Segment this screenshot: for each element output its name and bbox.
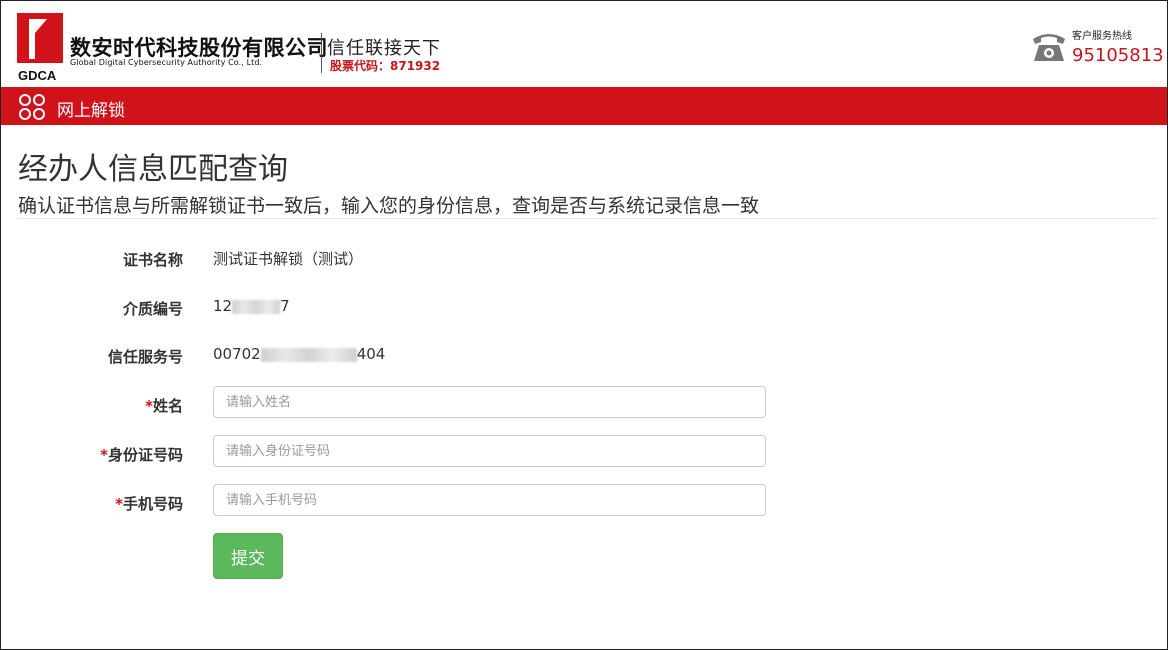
name-label-text: 姓名 — [152, 397, 183, 415]
required-mark: * — [100, 446, 108, 464]
id-number-input[interactable] — [213, 435, 766, 467]
redacted-blur — [260, 347, 357, 362]
hotline-label: 客户服务热线 — [1072, 31, 1132, 42]
cert-name-label: 证书名称 — [122, 251, 183, 269]
trust-no-suffix: 404 — [356, 345, 386, 363]
logo-text: GDCA — [18, 68, 57, 83]
divider — [17, 218, 1158, 219]
gdca-logo-icon: GDCA — [17, 13, 63, 83]
nav-bar — [1, 87, 1167, 125]
id-label: *身份证号码 — [13, 444, 183, 465]
phone-input[interactable] — [213, 484, 766, 516]
company-name-en: Global Digital Cybersecurity Authority C… — [70, 58, 263, 67]
name-input[interactable] — [213, 386, 766, 418]
media-no-value: 12 7 — [213, 297, 290, 315]
required-mark: * — [115, 495, 123, 513]
media-no-suffix: 7 — [280, 297, 290, 315]
header-divider — [321, 33, 322, 73]
page-subtitle: 确认证书信息与所需解锁证书一致后，输入您的身份信息，查询是否与系统记录信息一致 — [18, 195, 760, 217]
media-no-prefix: 12 — [213, 297, 233, 315]
header: GDCA 数安时代科技股份有限公司 Global Digital Cyberse… — [1, 1, 1167, 87]
submit-button[interactable]: 提交 — [213, 533, 283, 579]
required-mark: * — [145, 397, 153, 415]
hotline-number: 95105813 — [1072, 45, 1164, 66]
media-no-label: 介质编号 — [122, 300, 183, 318]
phone-label: *手机号码 — [13, 493, 183, 514]
trust-no-prefix: 00702 — [213, 345, 261, 363]
redacted-blur — [232, 299, 281, 314]
id-label-text: 身份证号码 — [107, 446, 183, 464]
trust-no-value: 00702 404 — [213, 345, 385, 363]
telephone-icon — [1033, 34, 1065, 61]
phone-label-text: 手机号码 — [122, 495, 183, 513]
grid-icon — [19, 94, 45, 120]
page-title: 经办人信息匹配查询 — [18, 152, 288, 187]
cert-name-value: 测试证书解锁（测试） — [213, 250, 364, 268]
trust-no-label: 信任服务号 — [107, 348, 183, 366]
nav-title: 网上解锁 — [57, 101, 125, 121]
stock-code: 股票代码：871932 — [330, 59, 441, 73]
name-label: *姓名 — [13, 395, 183, 416]
page-frame: GDCA 数安时代科技股份有限公司 Global Digital Cyberse… — [0, 0, 1168, 650]
